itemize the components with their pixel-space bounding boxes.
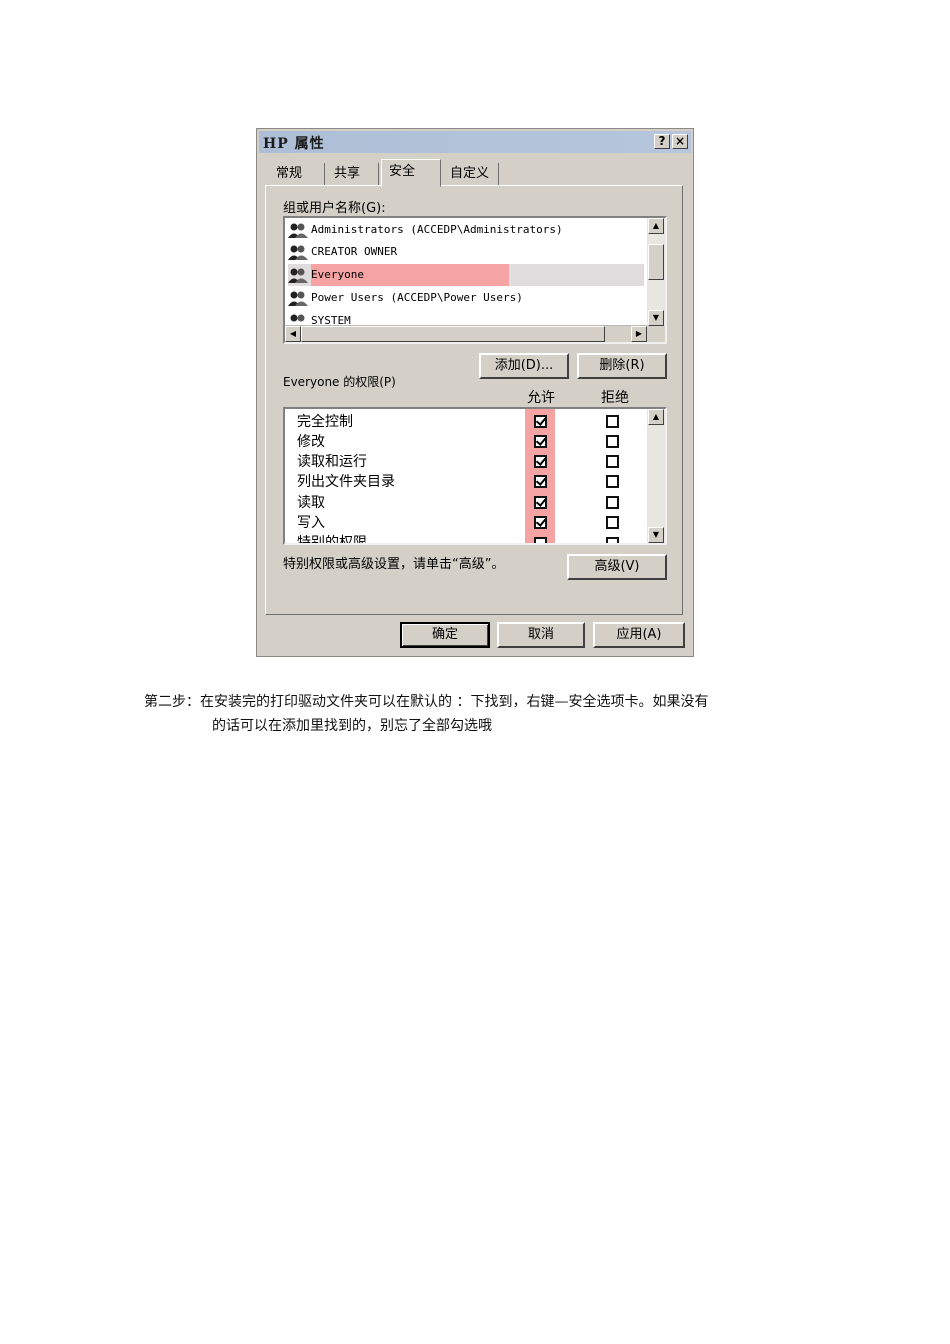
scroll-right-icon[interactable]: ▶	[631, 326, 647, 342]
add-button[interactable]: 添加(D)...	[479, 353, 569, 379]
advanced-hint: 特别权限或高级设置，请单击“高级”。	[283, 557, 505, 572]
ok-button[interactable]: 确定	[400, 622, 490, 648]
list-item[interactable]: Power Users (ACCEDP\Power Users)	[288, 287, 644, 309]
user-name: Power Users (ACCEDP\Power Users)	[311, 291, 523, 304]
permission-row: 列出文件夹目录	[297, 472, 637, 492]
tab-general[interactable]: 常规	[269, 163, 325, 185]
permission-row: 特别的权限	[297, 533, 637, 544]
scroll-up-icon[interactable]: ▲	[648, 409, 664, 425]
permission-name: 读取和运行	[297, 454, 367, 470]
scroll-down-icon[interactable]: ▼	[648, 310, 664, 326]
users-horizontal-scrollbar[interactable]: ◀ ▶	[285, 325, 647, 342]
cancel-button[interactable]: 取消	[497, 622, 585, 648]
allow-header: 允许	[527, 390, 555, 406]
tab-custom[interactable]: 自定义	[443, 163, 499, 185]
allow-checkbox[interactable]	[534, 455, 547, 468]
permission-name: 读取	[297, 495, 325, 511]
allow-checkbox[interactable]	[534, 516, 547, 529]
permission-row: 读取和运行	[297, 452, 637, 472]
permission-name: 修改	[297, 434, 325, 450]
deny-checkbox[interactable]	[606, 537, 619, 543]
permission-row: 完全控制	[297, 412, 637, 432]
scroll-corner	[647, 326, 665, 342]
scroll-down-icon[interactable]: ▼	[648, 527, 664, 543]
permission-name: 列出文件夹目录	[297, 474, 395, 490]
deny-header: 拒绝	[601, 390, 629, 406]
deny-checkbox[interactable]	[606, 455, 619, 468]
permission-row: 读取	[297, 493, 637, 513]
deny-checkbox[interactable]	[606, 415, 619, 428]
permission-row: 修改	[297, 432, 637, 452]
apply-button[interactable]: 应用(A)	[593, 622, 685, 648]
step-caption: 第二步：在安装完的打印驱动文件夹可以在默认的 ：下找到，右键—安全选项卡。如果没…	[144, 690, 824, 738]
users-label: 组或用户名称(G):	[283, 201, 386, 216]
caption-line-2: 的话可以在添加里找到的，别忘了全部勾选哦	[212, 718, 492, 734]
permissions-listbox[interactable]: 完全控制 修改 读取和运行 列出文件夹目录 读取 写入 特别的权限 ▲ ▼	[283, 407, 667, 545]
tab-share[interactable]: 共享	[327, 163, 379, 185]
scroll-thumb-horizontal[interactable]	[301, 326, 605, 342]
caption-line-1: 第二步：在安装完的打印驱动文件夹可以在默认的 ：下找到，右键—安全选项卡。如果没…	[144, 694, 709, 710]
list-item[interactable]: CREATOR OWNER	[288, 241, 644, 263]
user-name: CREATOR OWNER	[311, 245, 398, 258]
allow-checkbox[interactable]	[534, 415, 547, 428]
deny-checkbox[interactable]	[606, 435, 619, 448]
title-bar: HP 属性 ? ×	[259, 131, 691, 153]
allow-checkbox[interactable]	[534, 537, 547, 543]
list-item[interactable]: SYSTEM	[288, 310, 644, 324]
scroll-track[interactable]	[648, 425, 664, 515]
user-name: Everyone	[311, 264, 509, 286]
permission-row: 写入	[297, 513, 637, 533]
help-button[interactable]: ?	[654, 134, 670, 149]
deny-checkbox[interactable]	[606, 475, 619, 488]
users-vertical-scrollbar[interactable]: ▲ ▼	[647, 218, 665, 326]
user-group-icon	[288, 223, 308, 238]
user-name: Administrators (ACCEDP\Administrators)	[311, 223, 563, 236]
list-item[interactable]: Administrators (ACCEDP\Administrators)	[288, 219, 644, 241]
permission-name: 写入	[297, 515, 325, 531]
properties-dialog: HP 属性 ? × 常规 共享 安全 自定义 组或用户名称(G): Admini…	[256, 128, 694, 657]
user-group-icon	[288, 268, 308, 283]
tab-security[interactable]: 安全	[381, 159, 441, 187]
user-group-icon	[290, 314, 305, 322]
allow-checkbox[interactable]	[534, 496, 547, 509]
allow-checkbox[interactable]	[534, 435, 547, 448]
allow-checkbox[interactable]	[534, 475, 547, 488]
permissions-vertical-scrollbar[interactable]: ▲ ▼	[647, 409, 665, 543]
list-item-selected[interactable]: Everyone	[288, 264, 644, 286]
scroll-up-icon[interactable]: ▲	[648, 218, 664, 234]
permissions-label: Everyone 的权限(P)	[283, 375, 396, 389]
dialog-title: HP 属性	[263, 136, 325, 152]
remove-button[interactable]: 删除(R)	[577, 353, 667, 379]
scroll-thumb[interactable]	[648, 244, 664, 280]
user-group-icon	[288, 291, 308, 306]
scroll-left-icon[interactable]: ◀	[285, 326, 301, 342]
users-listbox[interactable]: Administrators (ACCEDP\Administrators) C…	[283, 216, 667, 344]
close-button[interactable]: ×	[672, 134, 688, 149]
user-name: SYSTEM	[311, 314, 351, 324]
advanced-button[interactable]: 高级(V)	[567, 554, 667, 580]
deny-checkbox[interactable]	[606, 516, 619, 529]
permission-name: 特别的权限	[297, 535, 367, 544]
deny-checkbox[interactable]	[606, 496, 619, 509]
user-group-icon	[288, 245, 308, 260]
permission-name: 完全控制	[297, 414, 353, 430]
